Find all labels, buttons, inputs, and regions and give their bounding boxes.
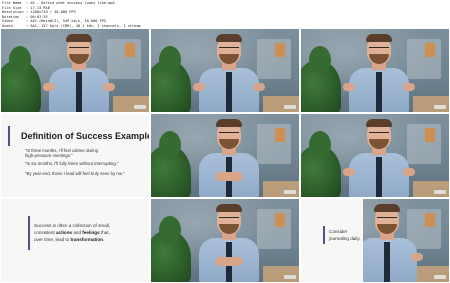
presenter-image (193, 34, 265, 112)
presenter-image (351, 204, 423, 282)
thumbnail-7-transformation-slide: Success is often a collection of small, … (1, 199, 149, 282)
slide-panel: Consider journaling daily. (301, 199, 363, 282)
watermark-logo (284, 190, 296, 194)
thumbnail-8 (151, 199, 299, 282)
thumbnail-9-journaling: Consider journaling daily. (301, 199, 449, 282)
watermark-logo (434, 190, 446, 194)
slide-quote-2: "In six months, I'll fully listen withou… (25, 161, 119, 166)
thumbnail-2 (151, 29, 299, 112)
presenter-image (195, 204, 263, 282)
watermark-logo (134, 105, 146, 109)
watermark-logo (284, 275, 296, 279)
presenter-image (195, 119, 263, 197)
slide-body-text: Success is often a collection of small, … (34, 223, 111, 242)
thumbnail-4-definition-slide: Definition of Success Example "In three … (1, 114, 149, 197)
info-row-audio: Audio: AAC, 157 kb/s (CBR), 48.1 kHz, 2 … (2, 23, 141, 28)
presenter-image (343, 34, 415, 112)
watermark-logo (434, 105, 446, 109)
presenter-image (343, 119, 415, 197)
slide-accent-rule (323, 226, 325, 244)
presenter-image (43, 34, 115, 112)
slide-quote-1: "In three months, I'll feel calmer durin… (25, 148, 99, 159)
thumbnail-5 (151, 114, 299, 197)
slide-quote-3: "By year-end, those I lead will feel tru… (25, 171, 126, 176)
slide-accent-rule (28, 216, 30, 250)
thumbnail-1 (1, 29, 149, 112)
media-info-header: File Name: 02 - Define what success look… (0, 0, 450, 30)
slide-body-text: Consider journaling daily. (329, 229, 361, 241)
thumbnail-3 (301, 29, 449, 112)
watermark-logo (284, 105, 296, 109)
thumbnail-6 (301, 114, 449, 197)
watermark-logo (434, 275, 446, 279)
slide-title: Definition of Success Example (21, 131, 149, 141)
slide-accent-rule (8, 126, 10, 146)
